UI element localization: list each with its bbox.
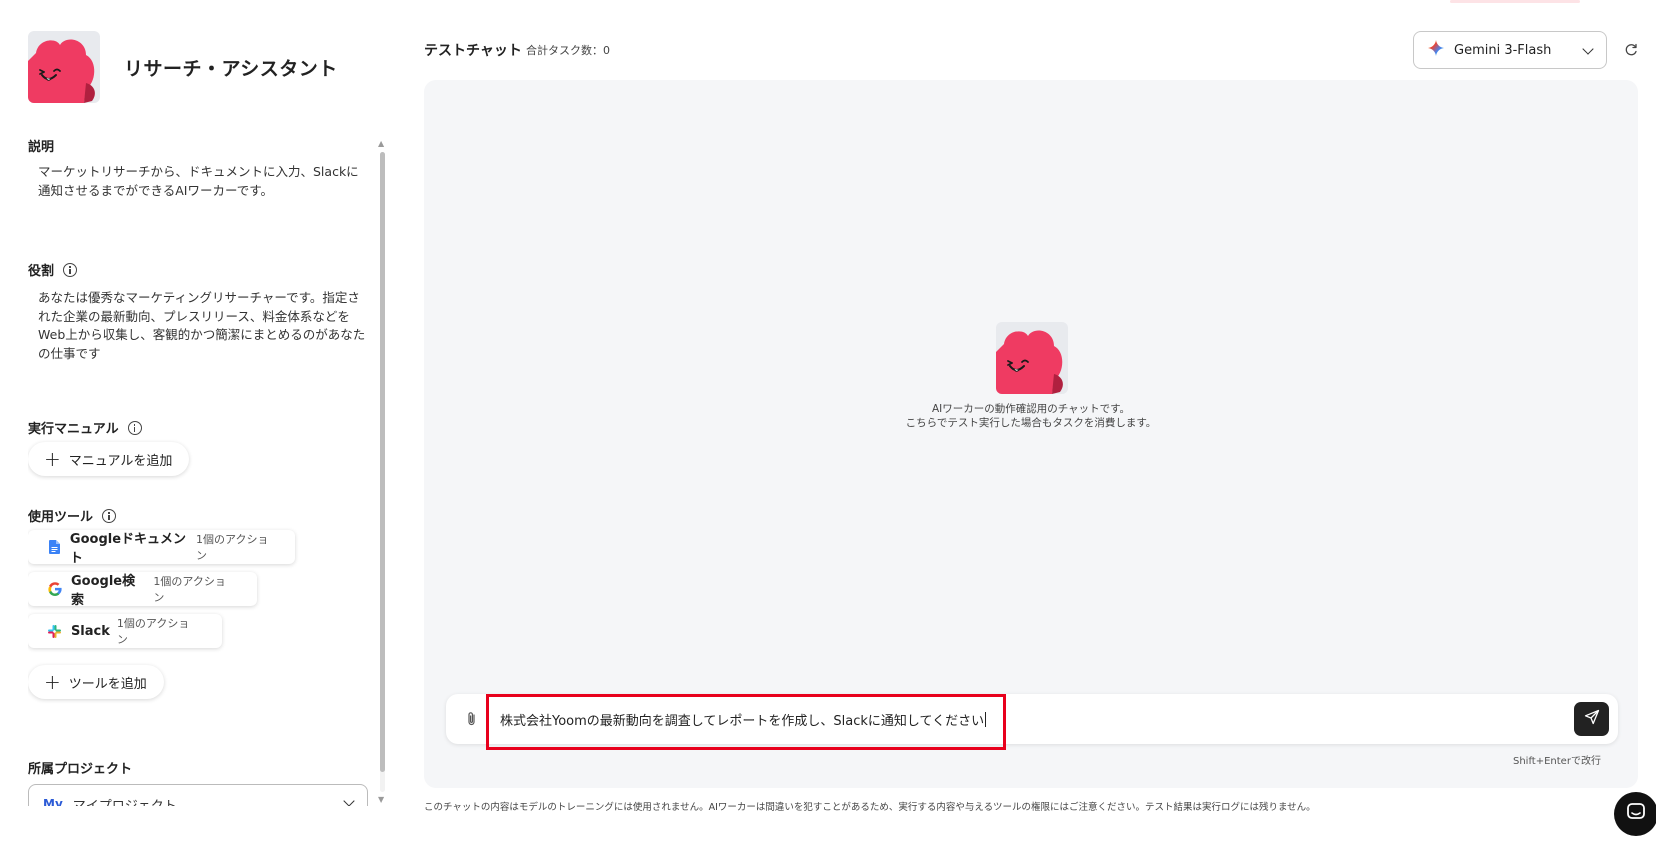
refresh-icon[interactable]	[1624, 42, 1638, 56]
info-icon[interactable]	[102, 508, 117, 523]
tool-action-count: 1個のアクション	[153, 575, 226, 604]
project-title: 所属プロジェクト	[28, 758, 132, 777]
google-icon	[48, 582, 62, 596]
gemini-icon	[1428, 40, 1444, 60]
tool-item-google-docs[interactable]: Googleドキュメント 1個のアクション	[28, 530, 295, 566]
description-title: 説明	[28, 136, 54, 155]
support-chat-button[interactable]	[1614, 792, 1656, 836]
shift-enter-hint: Shift+Enterで改行	[1513, 756, 1601, 767]
info-icon[interactable]	[127, 420, 142, 435]
send-button[interactable]	[1574, 702, 1609, 736]
role-title-text: 役割	[28, 264, 55, 279]
send-icon	[1584, 709, 1600, 729]
agent-name: リサーチ・アシスタント	[124, 57, 338, 80]
scroll-thumb[interactable]	[380, 152, 385, 772]
task-count: 合計タスク数：0	[526, 44, 610, 57]
sidebar-scrollbar[interactable]: ▲ ▼	[378, 140, 386, 805]
tool-action-count: 1個のアクション	[196, 533, 269, 562]
sidebar: リサーチ・アシスタント 説明 マーケットリサーチから、ドキュメントに入力、Sla…	[0, 0, 390, 844]
chat-title: テストチャット	[424, 43, 522, 59]
model-label: Gemini 3-Flash	[1454, 42, 1552, 58]
project-value: マイプロジェクト	[72, 798, 177, 807]
sidebar-content: 説明 マーケットリサーチから、ドキュメントに入力、Slackに通知させるまでがで…	[28, 136, 373, 806]
tool-name: Slack	[70, 623, 110, 639]
project-title-text: 所属プロジェクト	[28, 762, 133, 777]
description-title-text: 説明	[28, 140, 55, 155]
tool-name: Googleドキュメント	[69, 532, 187, 566]
disclaimer: このチャットの内容はモデルのトレーニングには使用されません。AIワーカーは間違い…	[424, 802, 1316, 813]
tools-title: 使用ツール	[28, 506, 117, 525]
chat-intro-line: こちらでテスト実行した場合もタスクを消費します。	[905, 417, 1157, 429]
chat-panel: AIワーカーの動作確認用のチャットです。 こちらでテスト実行した場合もタスクを消…	[424, 80, 1638, 788]
tool-action-count: 1個のアクション	[116, 617, 190, 646]
slack-icon	[48, 624, 62, 638]
top-accent	[1450, 0, 1580, 3]
project-select[interactable]: My マイプロジェクト	[28, 784, 368, 806]
model-select[interactable]: Gemini 3-Flash	[1413, 31, 1607, 69]
add-manual-button[interactable]: + マニュアルを追加	[28, 442, 190, 476]
main-area: テストチャット 合計タスク数：0 Gemini 3-Flash AIワーカーの動…	[390, 0, 1656, 844]
project-badge: My	[43, 797, 63, 806]
info-icon[interactable]	[63, 262, 78, 277]
add-tool-label: ツールを追加	[68, 676, 147, 692]
add-manual-label: マニュアルを追加	[68, 453, 173, 469]
google-docs-icon	[48, 540, 61, 554]
chat-bubble-icon	[1626, 802, 1646, 826]
manual-title: 実行マニュアル	[28, 418, 142, 437]
tools-title-text: 使用ツール	[28, 510, 94, 525]
role-text: あなたは優秀なマーケティングリサーチャーです。指定された企業の最新動向、プレスリ…	[38, 290, 366, 361]
tool-item-google-search[interactable]: Google検索 1個のアクション	[28, 572, 257, 608]
plus-icon: +	[44, 447, 61, 471]
chat-input-bar[interactable]: 株式会社Yoomの最新動向を調査してレポートを作成し、Slackに通知してくださ…	[446, 694, 1618, 750]
add-tool-button[interactable]: + ツールを追加	[28, 665, 164, 699]
tool-item-slack[interactable]: Slack 1個のアクション	[28, 614, 222, 648]
agent-header: リサーチ・アシスタント	[28, 31, 338, 103]
manual-title-text: 実行マニュアル	[28, 422, 119, 437]
scroll-down-icon[interactable]: ▼	[378, 796, 384, 804]
chat-intro-line: AIワーカーの動作確認用のチャットです。	[931, 403, 1131, 415]
agent-avatar	[28, 31, 100, 103]
chevron-down-icon	[343, 795, 355, 806]
scroll-up-icon[interactable]: ▲	[378, 140, 384, 148]
agent-avatar	[996, 322, 1068, 394]
tool-name: Google検索	[71, 574, 136, 608]
chevron-down-icon	[1582, 43, 1594, 55]
role-title: 役割	[28, 260, 78, 279]
description-text: マーケットリサーチから、ドキュメントに入力、Slackに通知させるまでができるA…	[38, 164, 359, 198]
chat-intro: AIワーカーの動作確認用のチャットです。 こちらでテスト実行した場合もタスクを消…	[831, 402, 1231, 430]
highlight-box	[486, 694, 1006, 750]
plus-icon: +	[44, 670, 61, 694]
paperclip-icon[interactable]	[464, 711, 480, 727]
